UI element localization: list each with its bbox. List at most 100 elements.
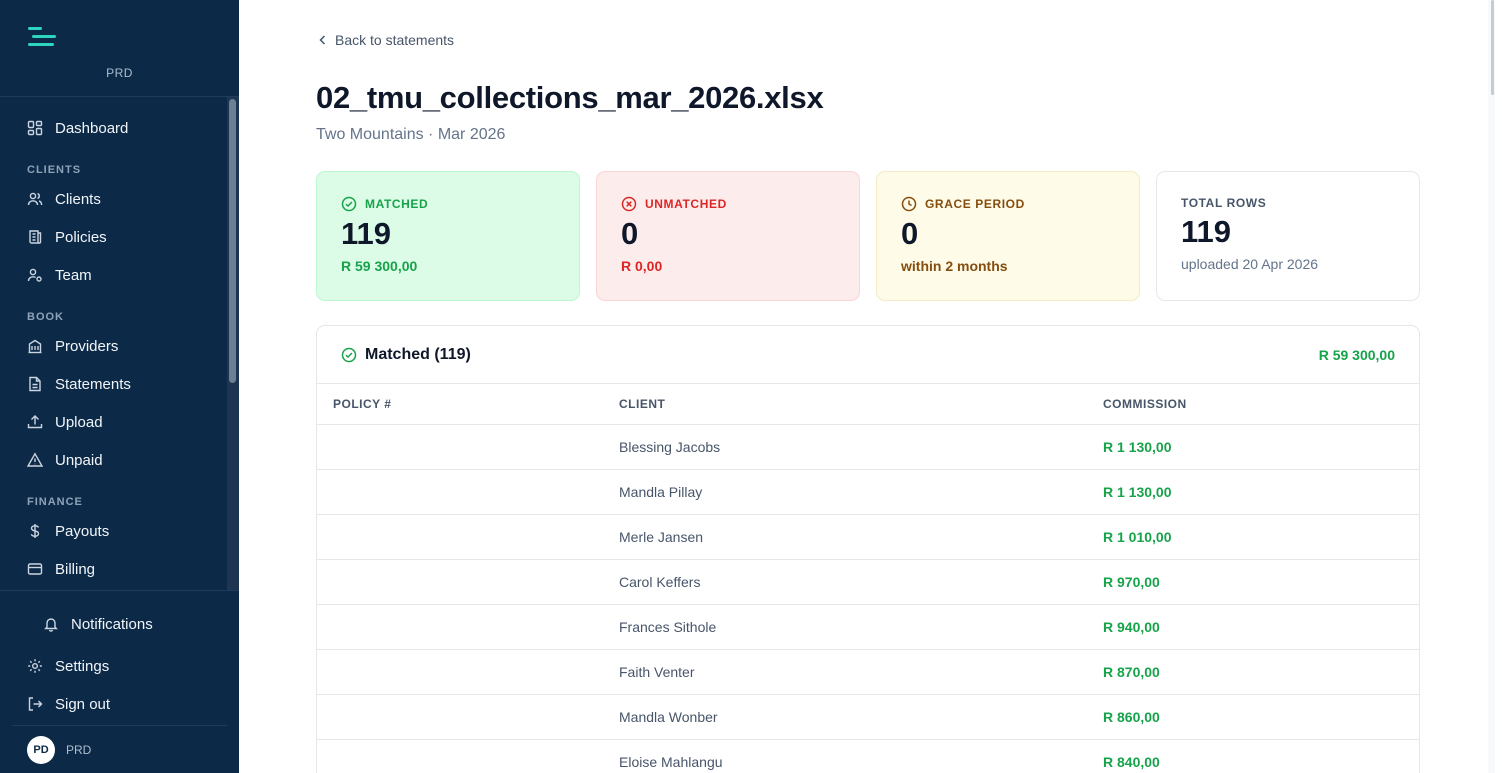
sidebar-footer: Notifications Settings Sign out PD PRD bbox=[0, 590, 239, 773]
client-cell: Blessing Jacobs bbox=[619, 439, 721, 455]
table-row[interactable]: Faith Venter R 870,00 bbox=[317, 650, 1419, 695]
dashboard-icon bbox=[27, 120, 43, 136]
grace-period-stat-card: GRACE PERIOD 0 within 2 months bbox=[876, 171, 1140, 301]
sidebar-scrollbar-thumb[interactable] bbox=[229, 99, 236, 383]
client-cell: Mandla Pillay bbox=[619, 484, 703, 500]
notifications-button[interactable]: Notifications bbox=[0, 608, 239, 640]
sidebar-item-label: Statements bbox=[55, 375, 131, 393]
page-scrollbar-thumb[interactable] bbox=[1491, 0, 1494, 95]
matched-table-title-row: Matched (119) bbox=[341, 346, 471, 364]
grace-stat-note: within 2 months bbox=[901, 258, 1008, 274]
table-row[interactable]: Mandla Wonber R 860,00 bbox=[317, 695, 1419, 740]
avatar: PD bbox=[27, 736, 55, 764]
matched-table-title: Matched (119) bbox=[365, 345, 471, 363]
warning-triangle-icon bbox=[27, 452, 43, 467]
column-header-client[interactable]: CLIENT bbox=[603, 397, 1087, 411]
sidebar-item-statements[interactable]: Statements bbox=[0, 368, 226, 400]
building-icon bbox=[28, 339, 42, 354]
page-scrollbar[interactable] bbox=[1488, 0, 1495, 773]
sidebar-item-unpaid[interactable]: Unpaid bbox=[0, 444, 226, 476]
settings-button[interactable]: Settings bbox=[0, 650, 239, 682]
back-to-statements-link[interactable]: Back to statements bbox=[316, 32, 454, 48]
sidebar-item-label: Providers bbox=[55, 337, 119, 355]
notifications-label: Notifications bbox=[71, 615, 153, 633]
table-body: Blessing Jacobs R 1 130,00 Mandla Pillay… bbox=[317, 425, 1419, 773]
x-circle-icon bbox=[621, 196, 637, 212]
sidebar-item-policies[interactable]: Policies bbox=[0, 221, 226, 253]
grace-stat-value: 0 bbox=[901, 216, 919, 251]
settings-label: Settings bbox=[55, 657, 110, 675]
brand-logo-icon[interactable] bbox=[28, 27, 56, 47]
column-header-policy[interactable]: POLICY # bbox=[317, 397, 603, 411]
grace-stat-label-row: GRACE PERIOD bbox=[901, 196, 1115, 212]
matched-table-total: R 59 300,00 bbox=[1318, 346, 1395, 363]
commission-cell: R 940,00 bbox=[1103, 619, 1160, 635]
user-profile[interactable]: PD PRD bbox=[12, 725, 227, 773]
total-stat-label-row: TOTAL ROWS bbox=[1181, 196, 1395, 210]
sidebar-item-label: Payouts bbox=[55, 522, 110, 540]
user-name: PRD bbox=[66, 743, 92, 757]
unmatched-stat-value: 0 bbox=[621, 216, 639, 251]
bell-icon bbox=[44, 618, 58, 632]
client-cell: Faith Venter bbox=[619, 664, 695, 680]
sidebar-item-label: Team bbox=[55, 266, 92, 284]
back-link-label: Back to statements bbox=[335, 32, 455, 48]
client-cell: Merle Jansen bbox=[619, 529, 704, 545]
commission-cell: R 870,00 bbox=[1103, 664, 1160, 680]
sidebar-item-label: Dashboard bbox=[55, 119, 129, 137]
column-header-commission[interactable]: COMMISSION bbox=[1087, 397, 1419, 411]
sidebar-item-payouts[interactable]: Payouts bbox=[0, 515, 226, 547]
brand-label: PRD bbox=[106, 66, 133, 80]
table-row[interactable]: Eloise Mahlangu R 840,00 bbox=[317, 740, 1419, 773]
check-circle-icon bbox=[341, 196, 357, 212]
check-circle-icon bbox=[341, 347, 357, 362]
matched-stat-card: MATCHED 119 R 59 300,00 bbox=[316, 171, 580, 301]
client-cell: Mandla Wonber bbox=[619, 709, 718, 725]
document-icon bbox=[29, 376, 41, 392]
grace-stat-label: GRACE PERIOD bbox=[925, 197, 1025, 211]
sign-out-button[interactable]: Sign out bbox=[0, 688, 239, 720]
credit-card-icon bbox=[27, 563, 43, 575]
client-cell: Eloise Mahlangu bbox=[619, 754, 723, 770]
sidebar-item-clients[interactable]: Clients bbox=[0, 183, 226, 215]
sidebar-item-team[interactable]: Team bbox=[0, 259, 226, 291]
sidebar-item-providers[interactable]: Providers bbox=[0, 330, 226, 362]
unmatched-stat-card: UNMATCHED 0 R 0,00 bbox=[596, 171, 860, 301]
sign-out-label: Sign out bbox=[55, 695, 111, 713]
nav-section-clients: CLIENTS bbox=[27, 164, 82, 176]
matched-stat-amount: R 59 300,00 bbox=[341, 258, 418, 274]
table-header-row: POLICY # CLIENT COMMISSION bbox=[317, 384, 1419, 425]
nav-section-finance: FINANCE bbox=[27, 496, 83, 508]
sidebar-item-upload[interactable]: Upload bbox=[0, 406, 226, 438]
chevron-left-icon bbox=[319, 35, 326, 45]
upload-icon bbox=[27, 415, 43, 429]
matched-table-card: Matched (119) R 59 300,00 POLICY # CLIEN… bbox=[316, 325, 1420, 773]
table-row[interactable]: Mandla Pillay R 1 130,00 bbox=[317, 470, 1419, 515]
nav-section-book: BOOK bbox=[27, 311, 64, 323]
commission-cell: R 970,00 bbox=[1103, 574, 1160, 590]
sidebar-item-billing[interactable]: Billing bbox=[0, 553, 226, 585]
dollar-icon bbox=[30, 524, 40, 538]
table-row[interactable]: Merle Jansen R 1 010,00 bbox=[317, 515, 1419, 560]
sign-out-icon bbox=[28, 697, 43, 711]
page-subtitle: Two Mountains · Mar 2026 bbox=[316, 126, 506, 143]
client-cell: Carol Keffers bbox=[619, 574, 701, 590]
total-stat-value: 119 bbox=[1181, 214, 1232, 249]
gear-icon bbox=[28, 659, 42, 673]
table-row[interactable]: Blessing Jacobs R 1 130,00 bbox=[317, 425, 1419, 470]
unmatched-stat-label-row: UNMATCHED bbox=[621, 196, 835, 212]
matched-table-header: Matched (119) R 59 300,00 bbox=[317, 326, 1419, 384]
sidebar-item-label: Billing bbox=[55, 560, 96, 578]
sidebar: PRD Dashboard CLIENTS Clients Policies T… bbox=[0, 0, 239, 773]
client-cell: Frances Sithole bbox=[619, 619, 717, 635]
commission-cell: R 840,00 bbox=[1103, 754, 1160, 770]
commission-cell: R 1 010,00 bbox=[1103, 529, 1172, 545]
policy-scroll-icon bbox=[29, 230, 42, 244]
sidebar-item-label: Upload bbox=[55, 413, 103, 431]
table-row[interactable]: Frances Sithole R 940,00 bbox=[317, 605, 1419, 650]
matched-stat-value: 119 bbox=[341, 216, 392, 251]
table-row[interactable]: Carol Keffers R 970,00 bbox=[317, 560, 1419, 605]
sidebar-item-dashboard[interactable]: Dashboard bbox=[0, 112, 226, 144]
unmatched-stat-amount: R 0,00 bbox=[621, 258, 663, 274]
total-rows-stat-card: TOTAL ROWS 119 uploaded 20 Apr 2026 bbox=[1156, 171, 1420, 301]
